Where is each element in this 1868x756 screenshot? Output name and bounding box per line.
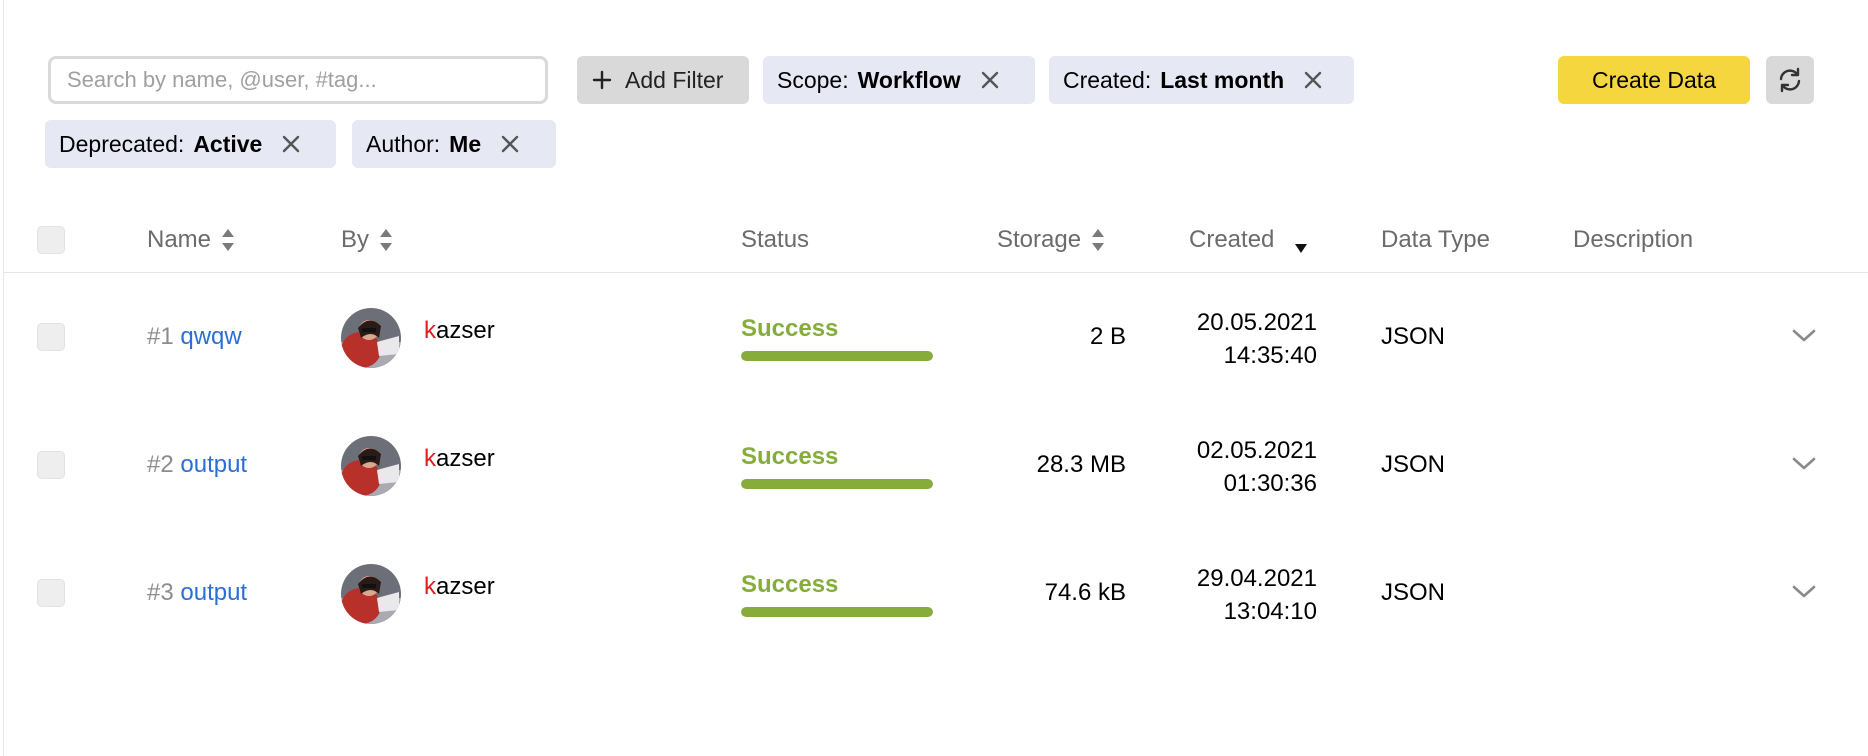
refresh-icon — [1776, 66, 1804, 94]
data-type: JSON — [1381, 579, 1446, 606]
filter-chip-scope: Scope: Workflow — [763, 56, 1035, 104]
sort-arrows-icon — [221, 227, 235, 253]
progress-fill — [741, 479, 933, 489]
filter-chip-author: Author: Me — [352, 120, 556, 168]
column-header-description: Description — [1573, 226, 1693, 254]
row-name-link[interactable]: qwqw — [180, 323, 241, 350]
filter-value: Last month — [1160, 66, 1285, 93]
column-header-name[interactable]: Name — [147, 226, 235, 254]
column-header-created[interactable]: Created — [1189, 226, 1308, 254]
filter-value: Me — [449, 130, 482, 157]
storage-size: 2 B — [1089, 323, 1126, 350]
created-time: 13:04:10 — [1223, 598, 1317, 625]
author-rest: azser — [436, 445, 495, 472]
column-header-by[interactable]: By — [341, 226, 393, 254]
close-icon[interactable] — [501, 135, 519, 153]
row-checkbox[interactable] — [37, 579, 65, 607]
row-name: #1 qwqw — [147, 323, 242, 351]
column-header-status: Status — [741, 226, 809, 254]
chevron-down-icon[interactable] — [1789, 449, 1819, 479]
column-header-data-type: Data Type — [1381, 226, 1490, 254]
row-name-link[interactable]: output — [180, 451, 247, 478]
filter-key: Scope: — [777, 66, 849, 93]
column-label: Status — [741, 226, 810, 253]
author-name: kazser — [424, 317, 495, 345]
author-initial: k — [424, 445, 436, 472]
column-label: Description — [1573, 226, 1694, 253]
author-initial: k — [424, 317, 436, 344]
close-icon[interactable] — [981, 71, 999, 89]
row-checkbox[interactable] — [37, 323, 65, 351]
row-checkbox[interactable] — [37, 451, 65, 479]
progress-fill — [741, 607, 933, 617]
add-filter-label: Add Filter — [625, 66, 724, 93]
status-label: Success — [741, 571, 839, 598]
column-label: By — [341, 226, 370, 253]
filter-key: Created: — [1063, 66, 1152, 93]
row-name-link[interactable]: output — [180, 579, 247, 606]
column-label: Data Type — [1381, 226, 1490, 253]
create-data-label: Create Data — [1591, 66, 1716, 93]
close-icon[interactable] — [1304, 71, 1322, 89]
column-label: Storage — [997, 226, 1082, 253]
data-type: JSON — [1381, 451, 1446, 478]
data-type: JSON — [1381, 323, 1446, 350]
author-rest: azser — [436, 573, 495, 600]
status-label: Success — [741, 443, 839, 470]
status-label: Success — [741, 315, 839, 342]
data-list-panel: Add Filter Scope: Workflow Created: Last… — [3, 0, 1868, 756]
avatar[interactable] — [341, 308, 401, 368]
sort-arrows-icon — [379, 227, 393, 253]
refresh-button[interactable] — [1766, 56, 1814, 104]
chevron-down-icon[interactable] — [1789, 577, 1819, 607]
created-datetime: 20.05.2021 14:35:40 — [1117, 306, 1317, 372]
row-number: #1 — [147, 323, 174, 350]
author-name: kazser — [424, 573, 495, 601]
status-progress-bar — [741, 607, 933, 617]
created-datetime: 02.05.2021 01:30:36 — [1117, 434, 1317, 500]
created-date: 02.05.2021 — [1196, 437, 1317, 464]
plus-icon — [592, 70, 612, 90]
filter-key: Deprecated: — [59, 130, 185, 157]
table-row[interactable]: #2 output kazser Success 28.3 MB 02.05.2… — [4, 401, 1868, 529]
created-date: 29.04.2021 — [1196, 565, 1317, 592]
created-time: 14:35:40 — [1223, 342, 1317, 369]
author-initial: k — [424, 573, 436, 600]
sort-arrows-icon — [1091, 227, 1105, 253]
table-row[interactable]: #1 qwqw kazser Success 2 B 20.05.2021 14… — [4, 273, 1868, 401]
avatar[interactable] — [341, 564, 401, 624]
filter-key: Author: — [366, 130, 441, 157]
filter-value: Workflow — [857, 66, 961, 93]
storage-size: 74.6 kB — [1044, 579, 1126, 606]
table-row[interactable]: #3 output kazser Success 74.6 kB 29.04.2… — [4, 529, 1868, 657]
column-label: Name — [147, 226, 212, 253]
create-data-button[interactable]: Create Data — [1558, 56, 1750, 104]
chevron-down-icon[interactable] — [1789, 321, 1819, 351]
column-header-storage[interactable]: Storage — [997, 226, 1105, 254]
filter-value: Active — [193, 130, 263, 157]
search-input[interactable] — [48, 56, 548, 104]
status-progress-bar — [741, 351, 933, 361]
column-label: Created — [1189, 226, 1275, 253]
row-name: #2 output — [147, 451, 247, 479]
author-name: kazser — [424, 445, 495, 473]
created-date: 20.05.2021 — [1196, 309, 1317, 336]
select-all-checkbox[interactable] — [37, 226, 65, 254]
storage-size: 28.3 MB — [1036, 451, 1126, 478]
add-filter-button[interactable]: Add Filter — [577, 56, 749, 104]
created-time: 01:30:36 — [1223, 470, 1317, 497]
progress-fill — [741, 351, 933, 361]
row-number: #3 — [147, 579, 174, 606]
close-icon[interactable] — [282, 135, 300, 153]
row-number: #2 — [147, 451, 174, 478]
filter-chip-created: Created: Last month — [1049, 56, 1354, 104]
sort-desc-icon — [1294, 242, 1308, 254]
row-name: #3 output — [147, 579, 247, 607]
filter-chip-deprecated: Deprecated: Active — [45, 120, 336, 168]
created-datetime: 29.04.2021 13:04:10 — [1117, 562, 1317, 628]
author-rest: azser — [436, 317, 495, 344]
avatar[interactable] — [341, 436, 401, 496]
status-progress-bar — [741, 479, 933, 489]
